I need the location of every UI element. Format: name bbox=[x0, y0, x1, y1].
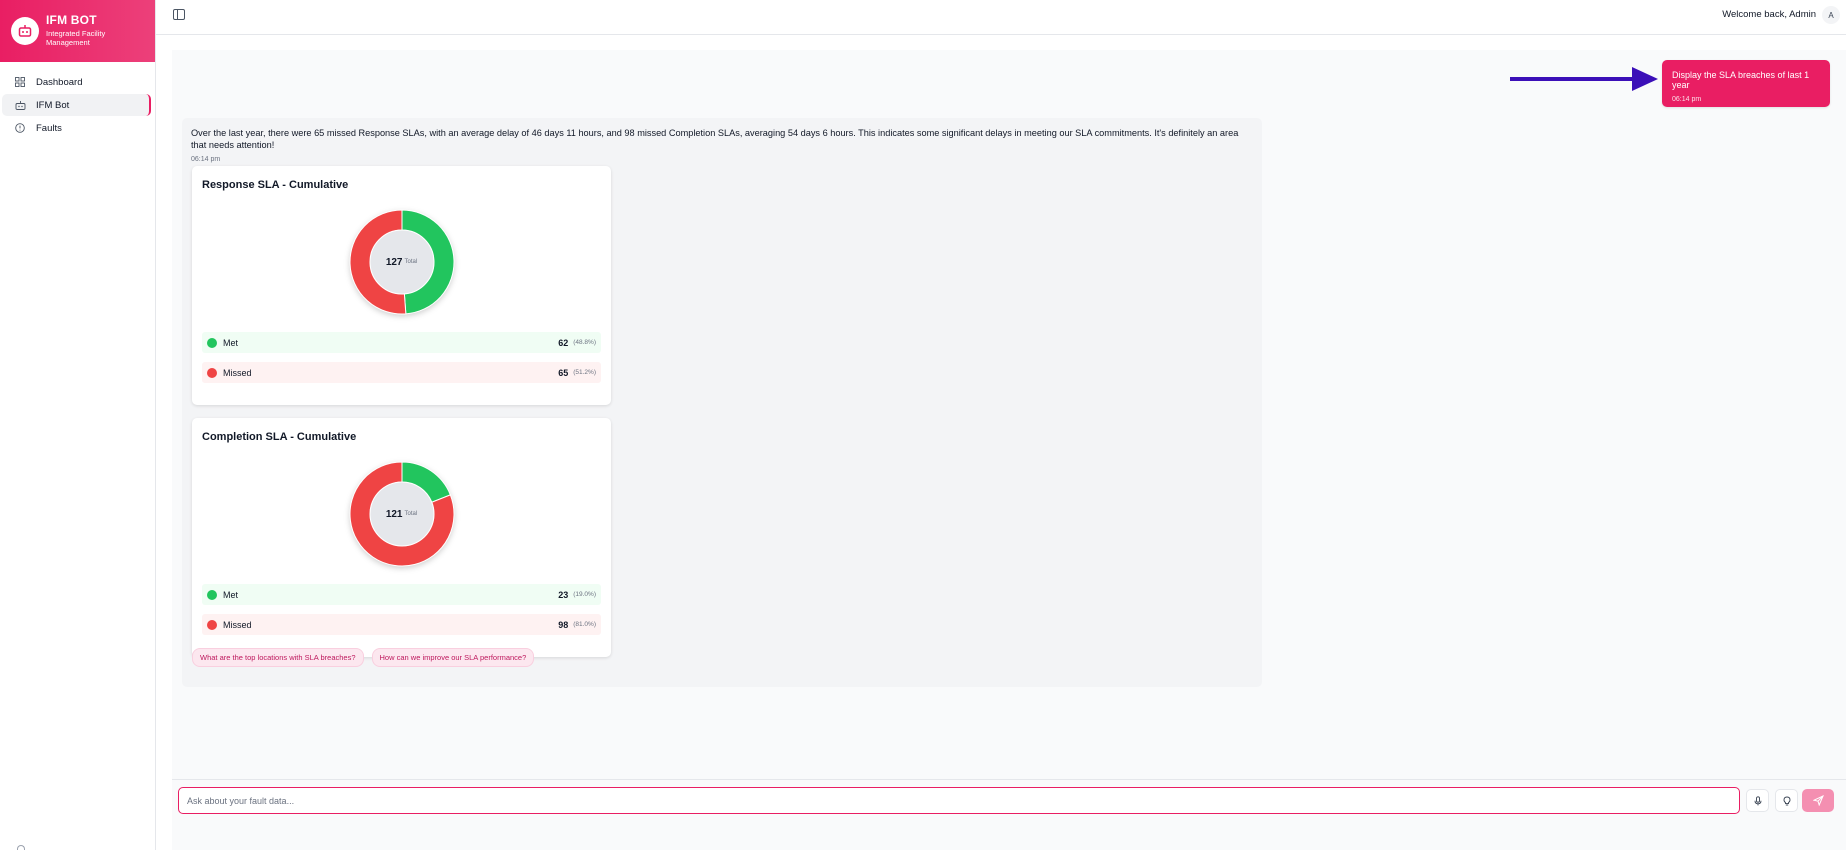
bot-message-text: Over the last year, there were 65 missed… bbox=[191, 128, 1239, 150]
legend-value: 23 bbox=[558, 589, 569, 600]
legend-percent: (51.2%) bbox=[573, 369, 596, 376]
response-sla-card: Response SLA - Cumulative 127 Total Met … bbox=[192, 166, 611, 405]
avatar[interactable]: A bbox=[1822, 6, 1840, 24]
donut-chart: 121 Total bbox=[349, 461, 455, 567]
legend-label: Met bbox=[223, 589, 239, 600]
settings-icon[interactable] bbox=[17, 845, 25, 850]
send-button[interactable] bbox=[1802, 789, 1834, 812]
donut-total-label: Total bbox=[404, 511, 418, 517]
brand-header: IFM BOT Integrated Facility Management bbox=[0, 0, 155, 62]
legend-label: Missed bbox=[223, 367, 252, 378]
suggestion-chips: What are the top locations with SLA brea… bbox=[192, 648, 542, 667]
sidebar-item-dashboard[interactable]: Dashboard bbox=[2, 71, 151, 93]
lightbulb-icon bbox=[1783, 796, 1790, 805]
sidebar-item-label: IFM Bot bbox=[36, 99, 70, 111]
donut-total-value: 121 bbox=[385, 508, 403, 520]
legend-dot-met bbox=[207, 337, 217, 348]
user-message-time: 06:14 pm bbox=[1672, 96, 1702, 103]
completion-sla-card: Completion SLA - Cumulative 121 Total Me… bbox=[192, 418, 611, 657]
donut-center: 127 Total bbox=[349, 209, 455, 315]
legend-value: 62 bbox=[558, 337, 569, 348]
legend-row-missed: Missed 98 (81.0%) bbox=[202, 614, 601, 635]
donut-total-label: Total bbox=[404, 259, 418, 265]
legend-percent: (81.0%) bbox=[573, 621, 596, 628]
legend-label: Missed bbox=[223, 619, 252, 630]
chat-area: Display the SLA breaches of last 1 year … bbox=[172, 50, 1846, 780]
user-message-text: Display the SLA breaches of last 1 year bbox=[1672, 70, 1810, 90]
bot-message: Over the last year, there were 65 missed… bbox=[182, 118, 1262, 687]
brand-subtitle: Integrated Facility Management bbox=[46, 29, 106, 47]
legend-dot-met bbox=[207, 589, 217, 600]
legend-dot-missed bbox=[207, 367, 217, 378]
donut-chart: 127 Total bbox=[349, 209, 455, 315]
legend-label: Met bbox=[223, 337, 239, 348]
legend-row-met: Met 23 (19.0%) bbox=[202, 584, 601, 605]
sidebar-item-label: Faults bbox=[36, 122, 62, 134]
chart-title: Response SLA - Cumulative bbox=[202, 179, 349, 191]
chat-input-bar bbox=[172, 779, 1846, 850]
legend-dot-missed bbox=[207, 619, 217, 630]
microphone-button[interactable] bbox=[1746, 789, 1769, 812]
legend-value: 65 bbox=[558, 367, 569, 378]
legend-percent: (19.0%) bbox=[573, 591, 596, 598]
send-icon bbox=[1812, 795, 1824, 806]
sidebar-item-faults[interactable]: Faults bbox=[2, 117, 151, 139]
sidebar-toggle-icon[interactable] bbox=[173, 9, 185, 20]
legend-value: 98 bbox=[558, 619, 569, 630]
dashboard-icon bbox=[14, 76, 26, 88]
robot-icon bbox=[11, 17, 39, 45]
suggestion-button[interactable] bbox=[1775, 789, 1798, 812]
suggestion-chip[interactable]: What are the top locations with SLA brea… bbox=[192, 648, 364, 667]
suggestion-chip[interactable]: How can we improve our SLA performance? bbox=[371, 648, 535, 667]
sidebar-item-label: Dashboard bbox=[36, 76, 83, 88]
donut-total-value: 127 bbox=[385, 256, 403, 268]
legend-percent: (48.8%) bbox=[573, 339, 596, 346]
sidebar: IFM BOT Integrated Facility Management D… bbox=[0, 0, 156, 850]
brand-title: IFM BOT bbox=[46, 13, 97, 28]
chart-legend: Met 23 (19.0%) Missed 98 (81.0%) bbox=[202, 584, 601, 635]
welcome-text: Welcome back, Admin bbox=[1722, 9, 1816, 20]
top-bar: Welcome back, Admin A bbox=[156, 0, 1846, 35]
alert-circle-icon bbox=[14, 122, 26, 134]
chart-legend: Met 62 (48.8%) Missed 65 (51.2%) bbox=[202, 332, 601, 383]
legend-row-met: Met 62 (48.8%) bbox=[202, 332, 601, 353]
chart-title: Completion SLA - Cumulative bbox=[202, 431, 357, 443]
bot-icon bbox=[14, 99, 26, 111]
microphone-icon bbox=[1754, 795, 1761, 805]
legend-row-missed: Missed 65 (51.2%) bbox=[202, 362, 601, 383]
sidebar-item-ifm-bot[interactable]: IFM Bot bbox=[2, 94, 151, 116]
bot-message-time: 06:14 pm bbox=[191, 155, 221, 163]
user-message: Display the SLA breaches of last 1 year … bbox=[1662, 60, 1830, 107]
sidebar-nav: Dashboard IFM Bot Faults bbox=[0, 71, 155, 139]
chat-input[interactable] bbox=[178, 787, 1740, 814]
arrow-right-icon bbox=[1510, 67, 1658, 91]
donut-center: 121 Total bbox=[349, 461, 455, 567]
